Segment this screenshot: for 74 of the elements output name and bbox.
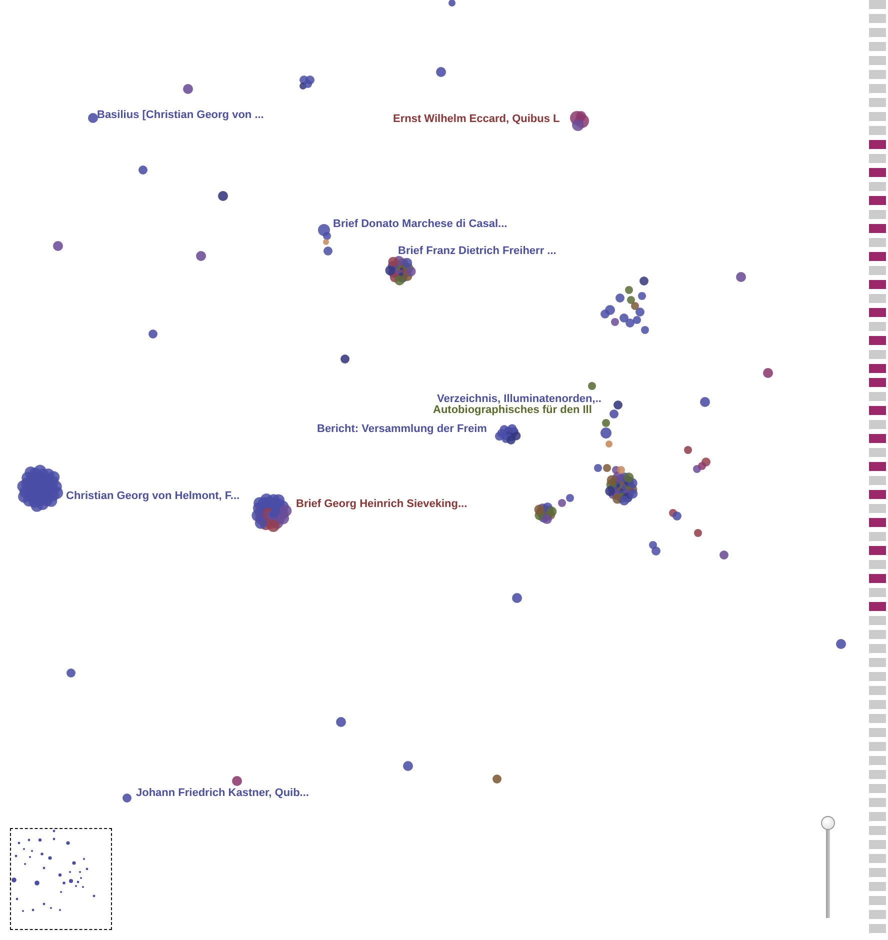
minimap-node <box>32 908 34 912</box>
graph-node <box>694 529 702 537</box>
graph-node <box>53 241 63 251</box>
graph-node <box>448 0 456 6</box>
graph-node <box>600 428 612 438</box>
graph-node <box>340 354 350 364</box>
minimap-node <box>52 830 56 832</box>
graph-node <box>763 368 773 378</box>
node-cluster <box>385 256 416 286</box>
graph-node <box>403 761 413 771</box>
graph-node <box>512 593 522 603</box>
minimap-node <box>18 842 20 844</box>
minimap-node <box>76 880 80 884</box>
minimap-node <box>69 879 73 883</box>
graph-node <box>614 400 622 410</box>
minimap-node <box>40 852 44 856</box>
graph-node <box>138 166 148 174</box>
graph-node <box>88 113 98 123</box>
node-cluster <box>494 424 521 444</box>
minimap-node <box>38 838 42 842</box>
graph-node <box>336 717 346 727</box>
minimap-node <box>34 880 40 886</box>
minimap-node <box>58 873 62 877</box>
graph-node <box>610 410 618 418</box>
graph-node <box>232 776 242 786</box>
minimap-node <box>92 894 96 898</box>
minimap-node <box>42 902 46 906</box>
graph-node <box>196 251 206 261</box>
minimap-node <box>42 866 46 870</box>
graph-node <box>606 440 612 448</box>
node-cluster <box>669 509 682 520</box>
graph-node <box>436 67 446 77</box>
minimap-node <box>72 861 76 865</box>
minimap-node <box>62 882 66 884</box>
node-cluster <box>17 464 64 512</box>
minimap-node <box>12 878 16 882</box>
graph-node <box>148 330 158 338</box>
node-label: Ernst Wilhelm Eccard, Quibus L <box>393 114 560 125</box>
graph-node <box>66 668 76 678</box>
graph-node <box>588 382 596 390</box>
node-cluster <box>570 111 589 131</box>
graph-node <box>720 550 728 560</box>
minimap-node <box>66 841 70 845</box>
minimap-node <box>86 868 88 870</box>
node-label: Johann Friedrich Kastner, Quib... <box>136 788 309 799</box>
node-label: Brief Franz Dietrich Freiherr ... <box>398 246 556 257</box>
node-label: Basilius [Christian Georg von ... <box>97 110 264 121</box>
slider-thumb[interactable] <box>821 816 835 830</box>
minimap-node <box>28 838 30 842</box>
node-cluster <box>300 76 314 90</box>
node-label: Bericht: Versammlung der Freim <box>317 424 487 435</box>
graph-node <box>700 397 710 407</box>
graph-node <box>122 794 132 802</box>
minimap-node <box>14 854 18 858</box>
graph-node <box>836 639 846 649</box>
node-label: Brief Georg Heinrich Sieveking... <box>296 499 468 510</box>
node-label: Verzeichnis, Illuminatenorden,.. <box>437 394 602 405</box>
minimap[interactable] <box>10 828 112 930</box>
minimap-node <box>52 838 56 840</box>
node-cluster <box>318 224 332 256</box>
graph-node <box>218 191 228 201</box>
node-label: Brief Donato Marchese di Casal... <box>333 219 508 230</box>
graph-node <box>736 272 746 282</box>
node-cluster <box>649 541 660 556</box>
graph-node <box>183 84 193 94</box>
node-cluster <box>693 458 710 473</box>
node-cluster <box>252 493 292 532</box>
minimap-node <box>48 856 52 860</box>
node-cluster <box>600 276 649 334</box>
node-label: Autobiographisches für den Ill <box>433 405 592 416</box>
node-label: Christian Georg von Helmont, F... <box>66 491 240 502</box>
minimap-node <box>16 898 18 900</box>
graph-node <box>684 446 692 454</box>
graph-node <box>492 774 502 784</box>
